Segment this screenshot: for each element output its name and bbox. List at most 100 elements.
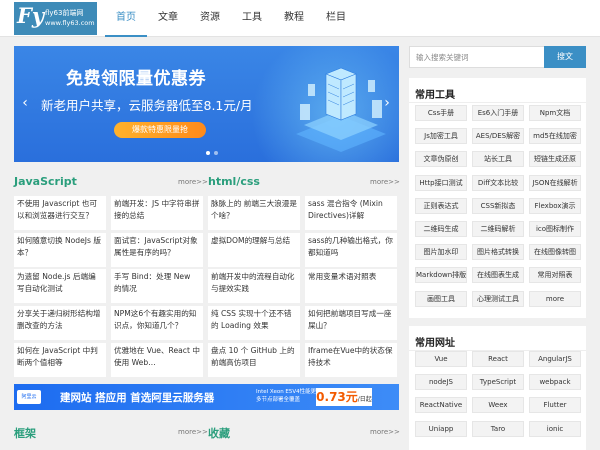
site-link[interactable]: ReactNative — [415, 397, 467, 414]
ad-detail: Intel Xeon E5V4性能更优 多节点部署全覆盖 — [256, 388, 322, 404]
article-link[interactable]: 手写 Bind：处理 New 的情况 — [111, 269, 203, 303]
article-link[interactable]: 为遗留 Node.js 后端编写自动化测试 — [14, 269, 106, 303]
tool-link[interactable]: CSS新拟态 — [472, 197, 524, 214]
sites-panel: 常用网址 Vue React AngularJS nodeJS TypeScript we… — [409, 326, 586, 450]
nav-columns[interactable]: 栏目 — [315, 0, 357, 37]
tool-link[interactable]: md5在线加密 — [529, 128, 581, 145]
tool-link[interactable]: 在线图像转图 — [529, 244, 581, 261]
site-link[interactable]: nodeJS — [415, 374, 467, 391]
tool-link[interactable]: Css手册 — [415, 105, 467, 121]
ad-detail-line: 多节点部署全覆盖 — [256, 397, 301, 403]
tools-panel: 常用工具 Css手册 Es6入门手册 Npm文档 Js加密工具 AES/DES解密 md5… — [409, 78, 586, 318]
nav-articles[interactable]: 文章 — [147, 0, 189, 37]
tool-link[interactable]: Http接口测试 — [415, 174, 467, 191]
site-link[interactable]: Taro — [472, 420, 524, 437]
article-link[interactable]: sass的几种输出格式，你都知道吗 — [305, 233, 397, 267]
site-link[interactable]: Flutter — [529, 397, 581, 414]
article-link[interactable]: 常用变量术语对照表 — [305, 269, 397, 303]
tool-link[interactable]: Diff文本比较 — [472, 174, 524, 191]
logo-site-name: fly63前端网 — [45, 9, 84, 17]
tool-link[interactable]: 二维码解析 — [472, 221, 524, 237]
banner-subtitle: 新老用户共享，云服务器低至8.1元/月 — [41, 98, 253, 113]
article-link[interactable]: 不使用 Javascript 也可以和浏览器进行交互？ — [14, 196, 106, 230]
ad-price-unit: /日起 — [357, 396, 372, 403]
more-link-javascript[interactable]: more>> — [178, 178, 208, 186]
tool-link[interactable]: Flexbox演示 — [529, 197, 581, 214]
site-link[interactable]: AngularJS — [529, 351, 581, 367]
tool-link[interactable]: Markdown排版 — [415, 267, 467, 284]
more-link-htmlcss[interactable]: more>> — [370, 178, 400, 186]
tool-link[interactable]: more — [529, 290, 581, 307]
search-button[interactable]: 搜文 — [544, 46, 586, 68]
site-link[interactable]: ionic — [529, 420, 581, 437]
article-link[interactable]: 分享关于递归树形结构增删改查的方法 — [14, 306, 106, 340]
section-title-framework[interactable]: 框架 — [14, 425, 36, 441]
more-link-framework[interactable]: more>> — [178, 428, 208, 436]
ad-detail-line: Intel Xeon E5V4性能更优 — [256, 389, 322, 395]
banner-prev-arrow-icon[interactable]: ‹ — [19, 94, 31, 112]
tool-link[interactable]: 二维码生成 — [415, 221, 467, 237]
banner-dot[interactable] — [206, 151, 210, 155]
article-link[interactable]: 纯 CSS 实现十个还不错的 Loading 效果 — [208, 306, 300, 340]
article-link[interactable]: Iframe在Vue中的状态保持技术 — [305, 343, 397, 377]
article-link[interactable]: 面试官：JavaScript对象属性是有序的吗？ — [111, 233, 203, 267]
promo-banner[interactable]: 免费领限量优惠券 新老用户共享，云服务器低至8.1元/月 爆款特惠限量抢 ‹ › — [14, 46, 399, 162]
tool-link[interactable]: 在线图表生成 — [472, 267, 524, 284]
more-link-favorites[interactable]: more>> — [370, 428, 400, 436]
tool-link[interactable]: AES/DES解密 — [472, 128, 524, 145]
ad-banner[interactable]: 阿里云 建网站 搭应用 首选阿里云服务器 Intel Xeon E5V4性能更优… — [14, 384, 399, 410]
tool-link[interactable]: 图片加水印 — [415, 244, 467, 261]
tool-link[interactable]: JSON在线解析 — [529, 174, 581, 191]
tool-link[interactable]: Js加密工具 — [415, 128, 467, 145]
section-header-favorites: 收藏 more>> — [208, 424, 400, 442]
tool-link[interactable]: 图片格式转换 — [472, 244, 524, 261]
logo-mark: Fy — [17, 3, 45, 28]
site-link[interactable]: Vue — [415, 351, 467, 367]
site-link[interactable]: Uniapp — [415, 420, 467, 437]
site-link[interactable]: React — [472, 351, 524, 367]
banner-pagination — [206, 151, 218, 155]
site-logo[interactable]: Fy fly63前端网 www.fly63.com — [14, 2, 97, 35]
article-link[interactable]: 如何随意切换 NodeJs 版本？ — [14, 233, 106, 267]
section-title-favorites[interactable]: 收藏 — [208, 425, 230, 441]
server-illustration-icon — [296, 67, 386, 152]
search-input[interactable] — [410, 47, 547, 67]
article-link[interactable]: 如何在 JavaScript 中判断两个值相等 — [14, 343, 106, 377]
section-header-javascript: JavaScript more>> — [14, 174, 208, 192]
article-link[interactable]: 前端开发：JS 中字符串拼接的总结 — [111, 196, 203, 230]
tool-link[interactable]: Npm文档 — [529, 105, 581, 121]
tool-link[interactable]: ico图标制作 — [529, 221, 581, 237]
banner-dot[interactable] — [214, 151, 218, 155]
tool-link[interactable]: 短链生成还原 — [529, 151, 581, 168]
nav-resources[interactable]: 资源 — [189, 0, 231, 37]
nav-home[interactable]: 首页 — [105, 0, 147, 37]
article-link[interactable]: 盘点 10 个 GitHub 上的前端高仿项目 — [208, 343, 300, 377]
article-link[interactable]: 优雅地在 Vue、React 中使用 Web… — [111, 343, 203, 377]
site-link[interactable]: TypeScript — [472, 374, 524, 391]
site-link[interactable]: webpack — [529, 374, 581, 391]
nav-tutorials[interactable]: 教程 — [273, 0, 315, 37]
site-link[interactable]: Weex — [472, 397, 524, 414]
tool-link[interactable]: 正则表达式 — [415, 197, 467, 214]
nav-tools[interactable]: 工具 — [231, 0, 273, 37]
tools-panel-title: 常用工具 — [415, 90, 455, 101]
section-title-htmlcss[interactable]: html/css — [208, 175, 260, 188]
tool-link[interactable]: 站长工具 — [472, 151, 524, 168]
tool-link[interactable]: 常用对照表 — [529, 267, 581, 284]
tool-link[interactable]: Es6入门手册 — [472, 105, 524, 121]
article-link[interactable]: 脉脉上的 前端三大浪漫是个啥？ — [208, 196, 300, 230]
ad-price: 0.73元/日起 — [316, 388, 372, 406]
ad-logo: 阿里云 — [17, 390, 41, 404]
banner-cta-button[interactable]: 爆款特惠限量抢 — [114, 122, 206, 138]
article-link[interactable]: 虚拟DOM的理解与总结 — [208, 233, 300, 267]
tool-link[interactable]: 心理测试工具 — [472, 290, 524, 307]
banner-next-arrow-icon[interactable]: › — [381, 94, 393, 112]
divider — [409, 102, 586, 103]
article-link[interactable]: NPM这6个有趣实用的知识点，你知道几个？ — [111, 306, 203, 340]
article-link[interactable]: 前端开发中的流程自动化与提效实践 — [208, 269, 300, 303]
tool-link[interactable]: 画图工具 — [415, 290, 467, 307]
article-link[interactable]: 如何把前端项目写成一座屎山？ — [305, 306, 397, 340]
tool-link[interactable]: 文章伪原创 — [415, 151, 467, 168]
section-title-javascript[interactable]: JavaScript — [14, 175, 77, 188]
article-link[interactable]: sass 混合指令 (Mixin Directives)详解 — [305, 196, 397, 230]
